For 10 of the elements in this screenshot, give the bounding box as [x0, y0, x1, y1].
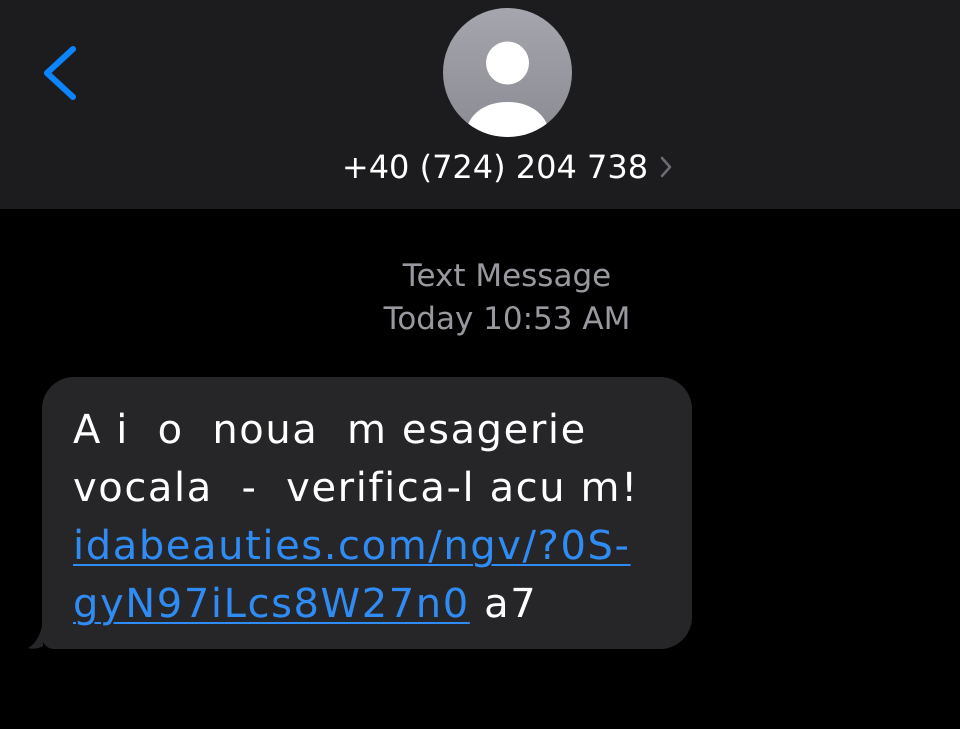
avatar-icon [442, 8, 572, 137]
service-label: Text Message [402, 257, 612, 296]
chevron-left-icon [41, 45, 78, 101]
message-timestamp: Today 10:53 AM [384, 300, 630, 339]
contact-button[interactable]: +40 (724) 204 738 [342, 147, 672, 187]
message-link[interactable]: idabeauties.com/ngv/?0S- [73, 523, 631, 569]
chevron-right-icon [660, 156, 672, 178]
back-button[interactable] [41, 45, 78, 101]
message-link[interactable]: gyN97iLcs8W27n0 [73, 581, 470, 627]
message-text: A i o noua m esagerie vocala - verifica-l acu m! idabeauties.com/ngv/?0S- gyN97iLcs8W27n0 a7 [73, 406, 640, 629]
